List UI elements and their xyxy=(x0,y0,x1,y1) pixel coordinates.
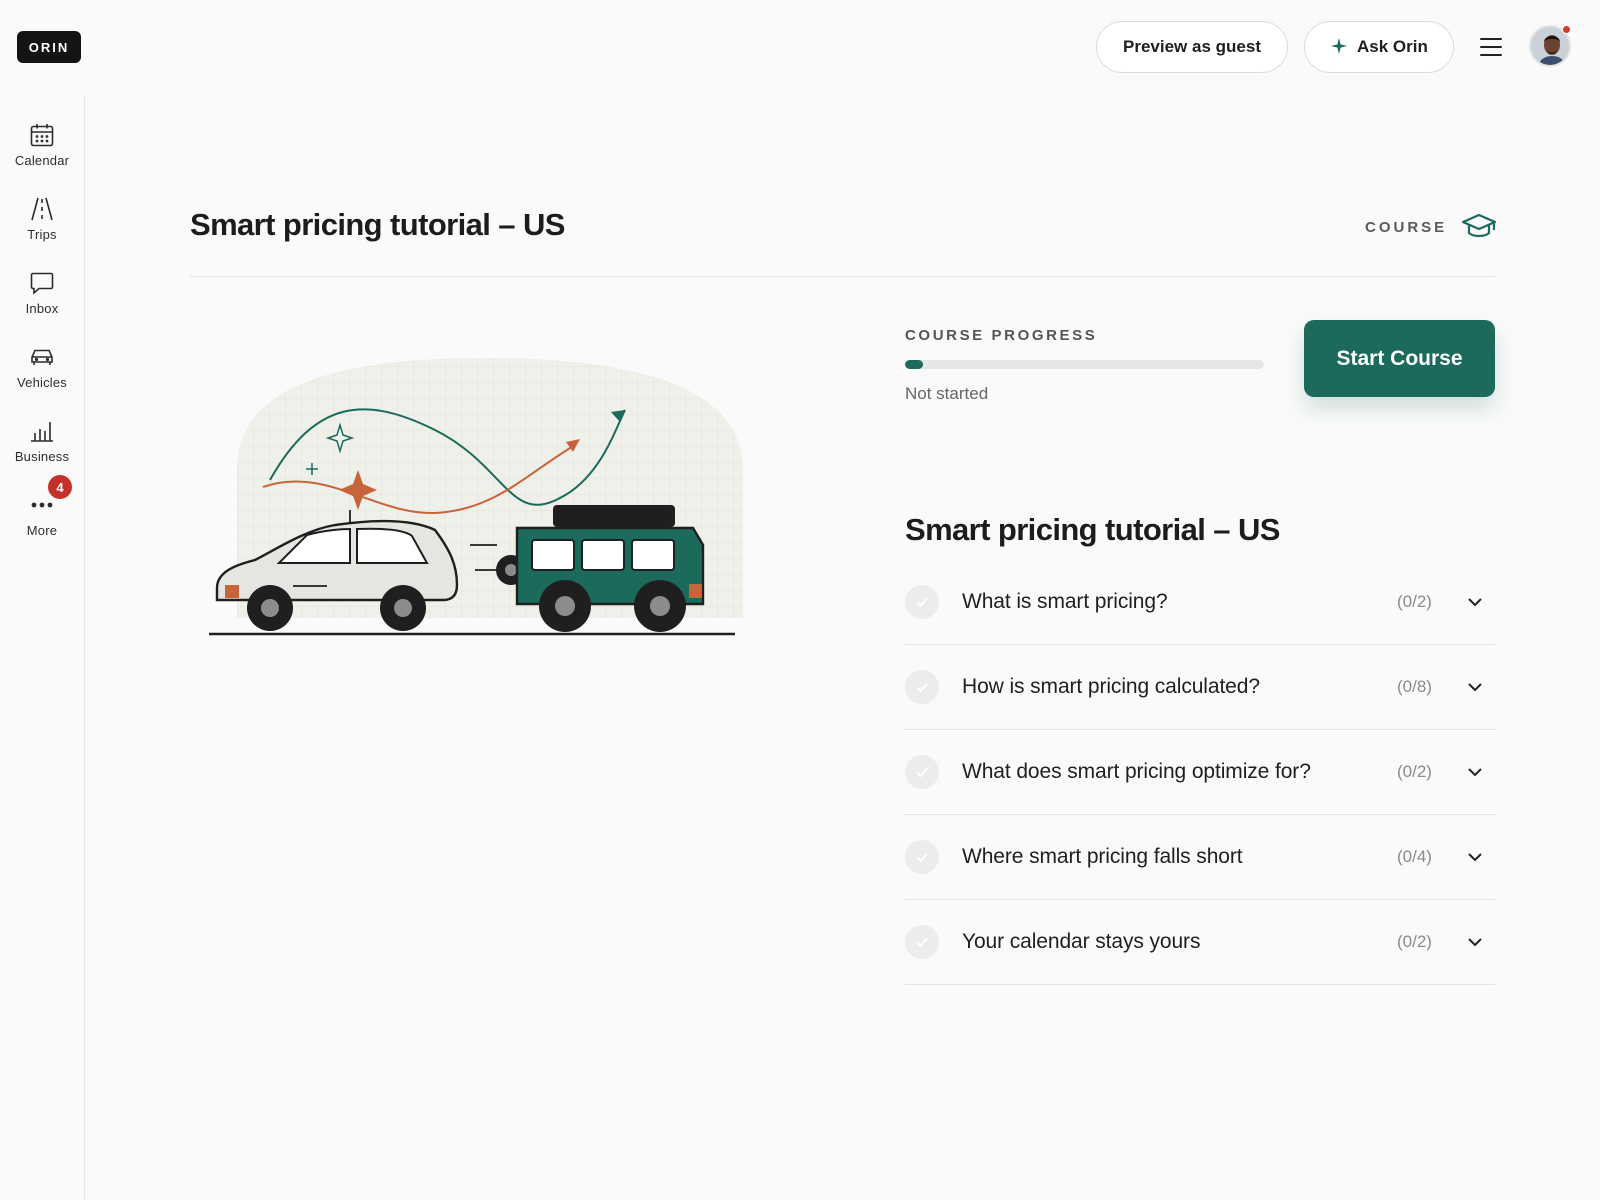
module-count: (0/8) xyxy=(1397,677,1432,696)
graduation-cap-icon xyxy=(1462,213,1497,238)
module-title: How is smart pricing calculated? xyxy=(962,675,1260,698)
check-icon xyxy=(905,840,939,874)
preview-as-guest-button[interactable]: Preview as guest xyxy=(1096,21,1288,73)
module-item-how-calculated[interactable]: How is smart pricing calculated? (0/8) xyxy=(905,645,1495,730)
module-list: What is smart pricing? (0/2) How is smar… xyxy=(905,560,1495,985)
module-count: (0/2) xyxy=(1397,592,1432,611)
start-course-button[interactable]: Start Course xyxy=(1304,320,1495,397)
chevron-down-icon[interactable] xyxy=(1455,682,1495,692)
module-item-optimize-for[interactable]: What does smart pricing optimize for? (0… xyxy=(905,730,1495,815)
check-icon xyxy=(905,925,939,959)
sidebar-item-label: Inbox xyxy=(25,301,59,316)
module-item-what-is-smart-pricing[interactable]: What is smart pricing? (0/2) xyxy=(905,560,1495,645)
orin-logo[interactable]: ORIN xyxy=(17,31,81,63)
calendar-icon xyxy=(30,124,54,147)
chevron-down-icon[interactable] xyxy=(1455,937,1495,947)
module-title: Where smart pricing falls short xyxy=(962,845,1243,868)
check-icon xyxy=(905,670,939,704)
chevron-down-icon[interactable] xyxy=(1455,767,1495,777)
sidebar-item-label: Calendar xyxy=(14,153,70,168)
sidebar-item-calendar[interactable]: Calendar xyxy=(0,122,84,168)
notification-dot xyxy=(1562,25,1571,34)
preview-as-guest-label: Preview as guest xyxy=(1123,37,1261,56)
bar-chart-icon xyxy=(31,422,53,442)
module-item-falls-short[interactable]: Where smart pricing falls short (0/4) xyxy=(905,815,1495,900)
sidebar-item-trips[interactable]: Trips xyxy=(0,196,84,242)
more-count-badge: 4 xyxy=(48,475,72,499)
module-count: (0/4) xyxy=(1397,847,1432,866)
sidebar-item-vehicles[interactable]: Vehicles xyxy=(0,344,84,390)
module-title: What is smart pricing? xyxy=(962,590,1168,613)
sidebar-item-more[interactable]: More xyxy=(0,492,84,538)
sidebar-item-label: Business xyxy=(14,449,70,464)
module-item-calendar-stays-yours[interactable]: Your calendar stays yours (0/2) xyxy=(905,900,1495,985)
course-status: Not started xyxy=(905,384,989,403)
sparkle-icon xyxy=(1331,37,1347,57)
module-count: (0/2) xyxy=(1397,762,1432,781)
course-tag-label: COURSE xyxy=(1365,218,1448,236)
section-title: Smart pricing tutorial – US xyxy=(905,512,1280,547)
check-icon xyxy=(905,755,939,789)
road-icon xyxy=(31,197,53,221)
car-icon xyxy=(31,349,53,365)
menu-icon[interactable] xyxy=(1480,38,1502,56)
sidebar-item-label: Trips xyxy=(27,227,57,242)
course-progress-label: COURSE PROGRESS xyxy=(905,327,1098,344)
sidebar-item-inbox[interactable]: Inbox xyxy=(0,270,84,316)
sidebar-item-label: More xyxy=(26,523,58,538)
chevron-down-icon[interactable] xyxy=(1455,597,1495,607)
header-divider xyxy=(190,276,1495,277)
cars-pricing-illustration xyxy=(209,358,743,636)
course-tag: COURSE xyxy=(1365,213,1497,241)
check-icon xyxy=(905,585,939,619)
chevron-down-icon[interactable] xyxy=(1455,852,1495,862)
course-progress-fill xyxy=(905,360,923,369)
sidebar-nav xyxy=(0,95,85,1200)
chat-bubble-icon xyxy=(30,272,54,295)
ask-orin-label: Ask Orin xyxy=(1357,37,1428,56)
module-title: What does smart pricing optimize for? xyxy=(962,760,1311,783)
module-count: (0/2) xyxy=(1397,932,1432,951)
course-progress-bar xyxy=(905,360,1264,369)
sidebar-item-label: Vehicles xyxy=(16,375,68,390)
ask-orin-button[interactable]: Ask Orin xyxy=(1304,21,1454,73)
module-title: Your calendar stays yours xyxy=(962,930,1201,953)
page-title: Smart pricing tutorial – US xyxy=(190,207,565,242)
sidebar-item-business[interactable]: Business xyxy=(0,418,84,464)
